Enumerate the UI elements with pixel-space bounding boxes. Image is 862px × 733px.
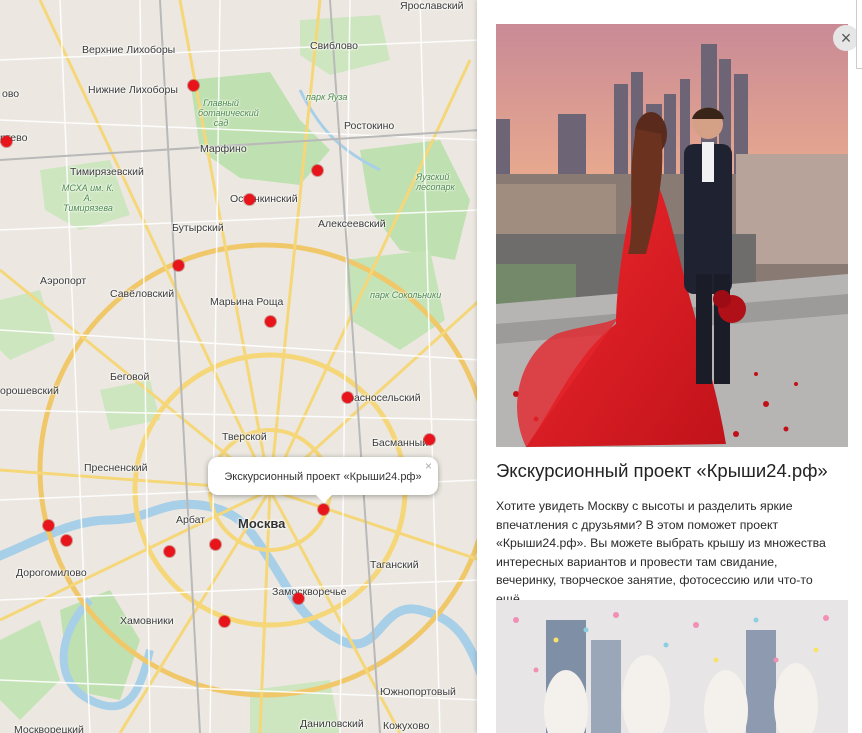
map-label: Даниловский (300, 718, 364, 730)
map-label: Яузский лесопарк (416, 172, 455, 192)
scrollbar-edge[interactable] (856, 0, 862, 69)
map-label: Аэропорт (40, 275, 87, 287)
map-label: Тимирязевский (70, 166, 144, 178)
map-label: Басманный (372, 437, 429, 449)
panel-title: Экскурсионный проект «Крыши24.рф» (496, 460, 828, 481)
map-marker[interactable] (424, 434, 435, 445)
rooftop-couple-photo (496, 24, 848, 447)
map-label: Красносельский (342, 392, 421, 404)
map-label: Беговой (110, 371, 150, 383)
popup-text: Экскурсионный проект «Крыши24.рф» (224, 471, 422, 483)
map-label: Свиблово (310, 40, 358, 52)
map-marker[interactable] (342, 392, 353, 403)
marker-popup: Экскурсионный проект «Крыши24.рф» × (208, 457, 438, 503)
map-label: Южнопортовый (380, 686, 456, 698)
map-label: Тверской (222, 431, 267, 443)
map-marker[interactable] (318, 504, 329, 515)
map-marker[interactable] (312, 165, 323, 176)
info-panel: × Экскурсионный проект «Крыши24.рф» Хоти… (477, 0, 862, 733)
map-label: Замоскворечье (272, 586, 347, 598)
map-label: Москворецкий (14, 724, 84, 733)
map-label: Ярославский (400, 0, 464, 12)
map-label: Хамовники (120, 615, 174, 627)
map-label: орошевский (0, 385, 59, 397)
map-label: Алексеевский (318, 218, 386, 230)
map-marker[interactable] (210, 539, 221, 550)
map-marker[interactable] (164, 546, 175, 557)
map-label: парк Сокольники (370, 290, 442, 300)
map-label: Марьина Роща (210, 296, 284, 308)
map-marker[interactable] (188, 80, 199, 91)
map-marker[interactable] (173, 260, 184, 271)
map-marker[interactable] (293, 593, 304, 604)
panel-description: Хотите увидеть Москву с высоты и раздели… (496, 499, 826, 606)
map-marker[interactable] (219, 616, 230, 627)
map-label: Главный ботанический сад (198, 98, 259, 128)
map-marker[interactable] (1, 136, 12, 147)
map-label: Останкинский (230, 193, 298, 205)
map-label: Арбат (176, 514, 206, 526)
map-marker[interactable] (265, 316, 276, 327)
map-label: парк Яуза (306, 92, 348, 102)
map-marker[interactable] (244, 194, 255, 205)
rooftop-party-photo (496, 600, 848, 733)
map-label: Бутырский (172, 222, 224, 234)
map-marker[interactable] (43, 520, 54, 531)
map-label: ово (2, 88, 20, 100)
map-label: Ростокино (344, 120, 395, 132)
map-label: Таганский (370, 559, 419, 571)
map-label: МСХА им. К. А. Тимирязева (61, 183, 115, 213)
map-label: Нижние Лихоборы (88, 84, 178, 96)
map-label: Верхние Лихоборы (82, 44, 176, 56)
map-label: Пресненский (84, 462, 148, 474)
map-marker[interactable] (61, 535, 72, 546)
popup-tail (315, 494, 333, 503)
map-label: Дорогомилово (16, 567, 87, 579)
map-label: Марфино (200, 143, 247, 155)
map[interactable]: Ярославский Верхние Лихоборы Свиблово Ни… (0, 0, 480, 733)
popup-close-icon[interactable]: × (425, 459, 432, 473)
map-label: Савёловский (110, 288, 175, 300)
city-label-moscow: Москва (238, 516, 286, 531)
map-label: Кожухово (383, 720, 430, 732)
